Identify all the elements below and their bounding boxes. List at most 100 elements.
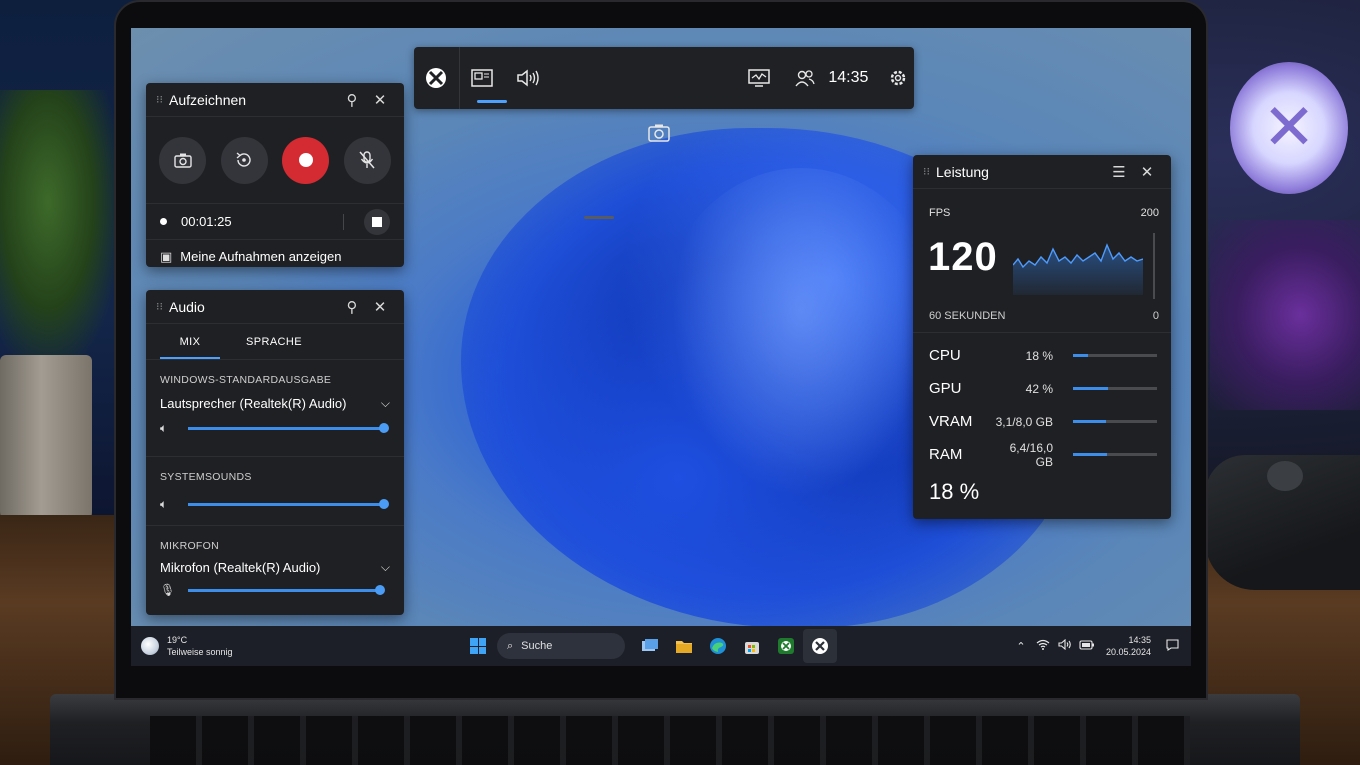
social-icon [795, 70, 815, 87]
system-sounds-volume: 🔈︎ [160, 487, 390, 521]
options-icon[interactable]: ☰ [1105, 163, 1133, 181]
stop-icon [372, 216, 382, 227]
metric-row-gpu[interactable]: GPU 42 % [913, 372, 1171, 405]
xbox-button[interactable] [414, 47, 459, 109]
game-bar: 14:35 [414, 47, 914, 219]
taskbar: 19°C Teilweise sonnig ⌕ Suche ⌃ 14:35 20… [131, 626, 1191, 666]
slider-fill [188, 588, 380, 592]
pin-icon[interactable]: ⚲ [338, 91, 366, 109]
plant [0, 90, 120, 370]
metric-bar-fill [1073, 420, 1106, 423]
weather-icon [141, 637, 159, 655]
microphone-icon: 🎙︎ [160, 583, 176, 597]
capture-button[interactable] [566, 41, 751, 225]
metrics-list: CPU 18 % GPU 42 % VRAM 3,1/8,0 GB RAM 6,… [913, 339, 1171, 471]
divider [343, 213, 344, 230]
metric-row-ram[interactable]: RAM 6,4/16,0 GB [913, 438, 1171, 471]
file-explorer-button[interactable] [667, 629, 701, 663]
store-button[interactable] [735, 629, 769, 663]
fps-graph [1013, 243, 1143, 295]
output-volume-slider[interactable] [188, 422, 389, 433]
capture-header[interactable]: ⁝⁝ Aufzeichnen ⚲ ✕ [146, 83, 404, 117]
fps-axis [1153, 233, 1155, 299]
metric-row-cpu[interactable]: CPU 18 % [913, 339, 1171, 372]
drag-handle-icon[interactable]: ⁝⁝ [156, 300, 163, 313]
weather-temperature: 19°C [167, 635, 188, 645]
show-recordings-link[interactable]: ▣ Meine Aufnahmen anzeigen [146, 239, 404, 273]
social-button[interactable] [782, 47, 828, 109]
microphone-device-value: Mikrofon (Realtek(R) Audio) [160, 560, 321, 575]
edge-button[interactable] [701, 629, 735, 663]
performance-button[interactable] [736, 47, 782, 109]
audio-header[interactable]: ⁝⁝ Audio ⚲ ✕ [146, 290, 404, 324]
task-view-button[interactable] [633, 629, 667, 663]
audio-icon [517, 69, 539, 87]
show-recordings-label: Meine Aufnahmen anzeigen [180, 249, 342, 264]
record-last-button[interactable] [220, 136, 268, 184]
audio-button[interactable] [505, 47, 551, 109]
taskbar-apps: ⌕ Suche [461, 629, 837, 663]
capture-icon [648, 124, 670, 142]
record-button[interactable] [282, 136, 330, 184]
tab-voice[interactable]: SPRACHE [244, 324, 304, 359]
start-button[interactable] [461, 629, 495, 663]
performance-widget: ⁝⁝ Leistung ☰ ✕ FPS 200 120 60 SEKUNDEN [913, 155, 1171, 519]
stop-recording-button[interactable] [364, 208, 390, 235]
metric-bar [1073, 420, 1157, 423]
screenshot-button[interactable] [159, 136, 207, 184]
performance-summary: 18 % [929, 479, 980, 504]
game-bar-clock: 14:35 [828, 69, 869, 86]
slider-thumb[interactable] [379, 422, 389, 433]
metric-bar [1073, 453, 1157, 456]
close-icon[interactable]: ✕ [1133, 163, 1161, 181]
system-sounds-label: SYSTEMSOUNDS [160, 471, 252, 483]
weather-condition: Teilweise sonnig [167, 647, 233, 657]
metric-value: 3,1/8,0 GB [995, 414, 1053, 429]
fps-section: FPS 200 120 60 SEKUNDEN 0 [913, 189, 1171, 333]
system-sounds-slider[interactable] [188, 498, 389, 509]
drag-handle-icon[interactable]: ⁝⁝ [923, 165, 930, 178]
clock-date: 20.05.2024 [1105, 647, 1151, 657]
close-icon[interactable]: ✕ [366, 298, 394, 316]
weather-widget[interactable]: 19°C Teilweise sonnig [131, 634, 461, 658]
purple-ambient-light [1210, 220, 1360, 410]
xbox-app-button[interactable] [769, 629, 803, 663]
metric-row-vram[interactable]: VRAM 3,1/8,0 GB [913, 405, 1171, 438]
close-icon[interactable]: ✕ [366, 91, 394, 109]
wifi-icon[interactable] [1032, 639, 1054, 653]
notifications-icon[interactable] [1161, 638, 1183, 654]
slider-thumb[interactable] [379, 498, 389, 509]
output-device-select[interactable]: Lautsprecher (Realtek(R) Audio) ⌵ [160, 396, 390, 411]
chevron-down-icon: ⌵ [380, 396, 390, 410]
drag-handle-icon[interactable]: ⁝⁝ [156, 93, 163, 106]
game-controller [1205, 455, 1360, 590]
widget-menu-icon [471, 69, 493, 87]
mic-toggle-button[interactable] [343, 136, 391, 184]
game-bar-taskbar-button[interactable] [803, 629, 837, 663]
settings-button[interactable] [882, 47, 914, 109]
clock-time: 14:35 [1128, 635, 1151, 645]
taskbar-clock[interactable]: 14:35 20.05.2024 [1106, 634, 1151, 658]
volume-icon[interactable] [1054, 638, 1076, 653]
tab-mix[interactable]: MIX [160, 324, 220, 359]
output-section: WINDOWS-STANDARDAUSGABE Lautsprecher (Re… [146, 360, 404, 457]
battery-icon[interactable] [1076, 639, 1098, 653]
widget-menu-button[interactable] [459, 47, 508, 109]
microphone-device-select[interactable]: Mikrofon (Realtek(R) Audio) ⌵ [160, 560, 390, 575]
system-tray: ⌃ 14:35 20.05.2024 [1010, 634, 1191, 658]
slider-thumb[interactable] [375, 584, 385, 595]
chevron-up-icon[interactable]: ⌃ [1010, 640, 1032, 653]
mic-muted-icon [359, 151, 375, 169]
microphone-slider[interactable] [188, 584, 385, 595]
task-view-icon [642, 639, 658, 651]
performance-header[interactable]: ⁝⁝ Leistung ☰ ✕ [913, 155, 1171, 189]
audio-widget: ⁝⁝ Audio ⚲ ✕ MIX SPRACHE WINDOWS-STANDAR… [146, 290, 404, 615]
output-label: WINDOWS-STANDARDAUSGABE [160, 374, 332, 386]
settings-icon [890, 70, 906, 86]
pin-icon[interactable]: ⚲ [338, 298, 366, 316]
recording-indicator [160, 218, 167, 225]
taskbar-search[interactable]: ⌕ Suche [497, 633, 625, 659]
search-icon: ⌕ [507, 639, 514, 652]
metric-bar-fill [1073, 354, 1089, 357]
fps-max-label: 200 [1140, 207, 1159, 219]
